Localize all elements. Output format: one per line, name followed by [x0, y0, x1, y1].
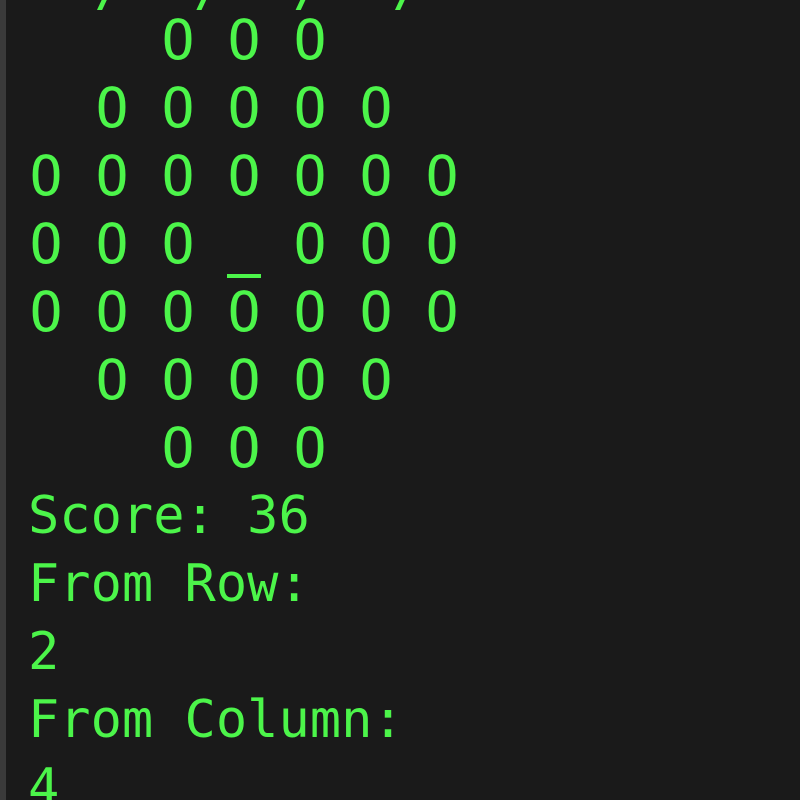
peg: O — [161, 280, 195, 344]
board-row-3: OOOOOOO — [28, 142, 488, 210]
peg: O — [359, 348, 393, 412]
peg: O — [227, 348, 261, 412]
peg: O — [293, 348, 327, 412]
peg: O — [161, 76, 195, 140]
peg: O — [95, 76, 129, 140]
from-row-input[interactable]: 2 — [28, 618, 59, 686]
board-row-1: OOO — [28, 6, 488, 74]
board-row-7: OOO — [28, 414, 488, 482]
board-row-2: OOOOO — [28, 74, 488, 142]
from-column-input[interactable]: 4 — [28, 754, 59, 800]
peg: O — [293, 416, 327, 480]
peg: O — [95, 212, 129, 276]
peg: O — [293, 8, 327, 72]
peg: O — [227, 144, 261, 208]
peg: O — [293, 76, 327, 140]
peg: O — [227, 76, 261, 140]
peg: O — [161, 144, 195, 208]
peg: O — [425, 212, 459, 276]
peg: O — [95, 348, 129, 412]
peg: O — [425, 280, 459, 344]
from-row-prompt: From Row: — [28, 554, 310, 614]
peg: O — [425, 144, 459, 208]
from-column-prompt: From Column: — [28, 690, 404, 750]
peg: O — [29, 212, 63, 276]
peg: O — [359, 280, 393, 344]
peg: O — [359, 144, 393, 208]
peg: O — [227, 280, 261, 344]
peg: O — [293, 144, 327, 208]
peg: O — [161, 212, 195, 276]
peg: O — [227, 8, 261, 72]
peg: O — [293, 280, 327, 344]
score-line: Score: 36 — [28, 486, 310, 546]
peg: O — [227, 416, 261, 480]
peg: O — [161, 348, 195, 412]
peg: O — [161, 416, 195, 480]
window-left-border — [0, 0, 6, 800]
peg: O — [161, 8, 195, 72]
board-row-6: OOOOO — [28, 346, 488, 414]
peg: O — [29, 144, 63, 208]
peg: O — [29, 280, 63, 344]
terminal-output: / / / / OOOOOOOOOOOOOOOOOOOOOOOOOOOOOOOO… — [28, 0, 800, 800]
peg: O — [359, 212, 393, 276]
board-row-5: OOOOOOO — [28, 278, 488, 346]
peg: O — [293, 212, 327, 276]
peg: O — [95, 280, 129, 344]
peg: O — [95, 144, 129, 208]
board-row-4: OOOOOO — [28, 210, 488, 278]
peg: O — [359, 76, 393, 140]
